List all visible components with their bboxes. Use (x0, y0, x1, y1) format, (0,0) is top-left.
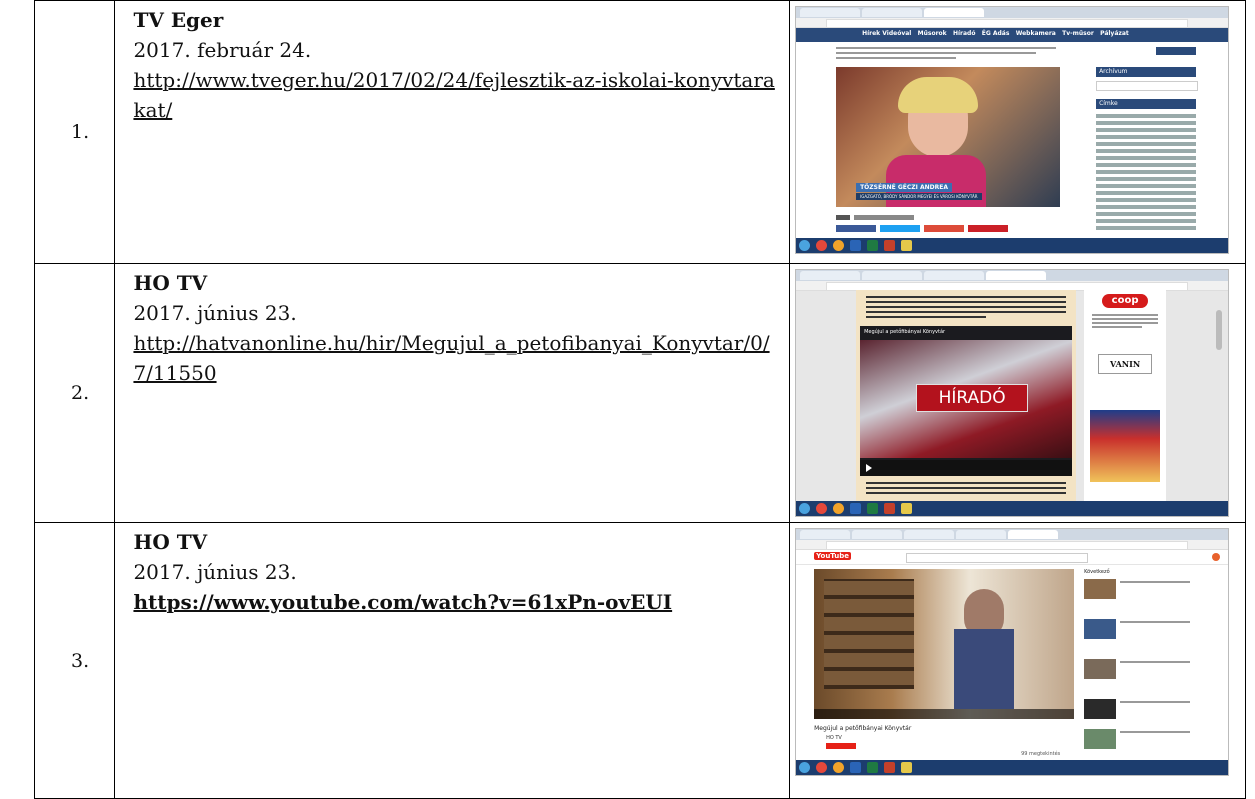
address-bar (796, 540, 1229, 550)
coop-logo[interactable]: coop (1102, 294, 1149, 308)
site-nav-bar: Hírek Videóval Műsorok Híradó ÉG Adás We… (796, 28, 1229, 42)
video-player[interactable] (814, 569, 1075, 719)
table-row: 2. HO TV 2017. június 23. http://hatvano… (33, 263, 1246, 523)
nav-item[interactable]: Pályázat (1100, 30, 1129, 37)
player-controls[interactable] (814, 709, 1075, 719)
article-column: Megújul a petőfibányai Könyvtár HÍRADÓ (856, 290, 1077, 503)
table-row: 3. HO TV 2017. június 23. https://www.yo… (33, 522, 1246, 799)
row-number: 3. (33, 522, 116, 799)
suggested-thumb[interactable] (1084, 659, 1117, 679)
suggested-thumb[interactable] (1084, 699, 1117, 719)
hirado-overlay: HÍRADÓ (916, 384, 1029, 412)
ad-banner[interactable] (1090, 410, 1161, 482)
view-count: 99 megtekintés (1021, 751, 1061, 757)
source-link[interactable]: http://www.tveger.hu/2017/02/24/fejleszt… (133, 65, 781, 125)
source-name: HO TV (133, 271, 208, 295)
suggested-thumb[interactable] (1084, 729, 1117, 749)
avatar[interactable] (1212, 553, 1221, 561)
sidebar-heading-tags: Címke (1096, 99, 1197, 109)
address-bar (796, 18, 1229, 28)
row-number: 2. (33, 263, 116, 523)
video-frame[interactable]: TÖZSÉRNÉ GÉCZI ANDREA IGAZGATÓ, BRÓDY SÁ… (836, 67, 1061, 207)
screenshot-cell: Megújul a petőfibányai Könyvtár HÍRADÓ c… (789, 263, 1246, 523)
browser-tabs (796, 7, 1229, 18)
hatvanonline-screenshot: Megújul a petőfibányai Könyvtár HÍRADÓ c… (795, 269, 1230, 517)
vanin-logo[interactable]: VANIN (1098, 354, 1153, 374)
source-name: TV Eger (133, 8, 224, 32)
table-row: 1. TV Eger 2017. február 24. http://www.… (33, 0, 1246, 264)
nav-item[interactable]: Hírek Videóval (862, 30, 911, 37)
share-pinterest[interactable] (968, 225, 1009, 232)
player-controls[interactable] (860, 460, 1073, 476)
suggested-thumb[interactable] (1084, 579, 1117, 599)
windows-taskbar (796, 238, 1229, 253)
subscribe-button[interactable] (826, 743, 857, 749)
date: 2017. február 24. (133, 38, 312, 62)
caption-role: IGAZGATÓ, BRÓDY SÁNDOR MEGYEI ÉS VÁROSI … (856, 193, 982, 200)
source-link[interactable]: https://www.youtube.com/watch?v=61xPn-ov… (133, 587, 781, 617)
sidebar-heading-archive: Archívum (1096, 67, 1197, 77)
row-info: HO TV 2017. június 23. https://www.youtu… (114, 522, 791, 799)
browser-tabs (796, 270, 1229, 281)
search-button[interactable] (1156, 47, 1197, 55)
up-next-label: Következő (1084, 569, 1110, 575)
video-title: Megújul a petőfibányai Könyvtár (814, 725, 912, 732)
share-twitter[interactable] (880, 225, 921, 232)
browser-tabs (796, 529, 1229, 540)
video-player[interactable]: Megújul a petőfibányai Könyvtár HÍRADÓ (860, 326, 1073, 476)
media-list-table: 1. TV Eger 2017. február 24. http://www.… (33, 0, 1246, 799)
nav-item[interactable]: Tv-műsor (1062, 30, 1094, 37)
share-facebook[interactable] (836, 225, 877, 232)
windows-taskbar (796, 501, 1229, 516)
row-info: TV Eger 2017. február 24. http://www.tve… (114, 0, 791, 264)
source-link[interactable]: http://hatvanonline.hu/hir/Megujul_a_pet… (133, 328, 781, 388)
youtube-screenshot: YouTube Megújul a petőfibányai Könyvtár … (795, 528, 1230, 776)
ad-sidebar: coop VANIN (1084, 290, 1167, 503)
source-name: HO TV (133, 530, 208, 554)
date: 2017. június 23. (133, 560, 297, 584)
search-input[interactable] (906, 553, 1089, 563)
youtube-logo[interactable]: YouTube (814, 552, 852, 560)
nav-item[interactable]: ÉG Adás (982, 30, 1010, 37)
scrollbar[interactable] (1216, 310, 1223, 350)
row-info: HO TV 2017. június 23. http://hatvanonli… (114, 263, 791, 523)
suggested-thumb[interactable] (1084, 619, 1117, 639)
channel-name[interactable]: HO TV (826, 735, 842, 741)
nav-item[interactable]: Webkamera (1016, 30, 1056, 37)
row-number: 1. (33, 0, 116, 264)
date: 2017. június 23. (133, 301, 297, 325)
caption-name: TÖZSÉRNÉ GÉCZI ANDREA (856, 183, 952, 192)
nav-item[interactable]: Híradó (953, 30, 976, 37)
play-icon[interactable] (866, 464, 873, 472)
screenshot-cell: Hírek Videóval Műsorok Híradó ÉG Adás We… (789, 0, 1246, 264)
screenshot-cell: YouTube Megújul a petőfibányai Könyvtár … (789, 522, 1246, 799)
tveger-screenshot: Hírek Videóval Műsorok Híradó ÉG Adás We… (795, 6, 1230, 254)
archive-select[interactable] (1096, 81, 1199, 91)
share-google[interactable] (924, 225, 965, 232)
video-title: Megújul a petőfibányai Könyvtár (864, 329, 946, 335)
nav-item[interactable]: Műsorok (918, 30, 947, 37)
tag-cloud[interactable] (1096, 113, 1197, 233)
youtube-header: YouTube (796, 550, 1229, 565)
windows-taskbar (796, 760, 1229, 775)
